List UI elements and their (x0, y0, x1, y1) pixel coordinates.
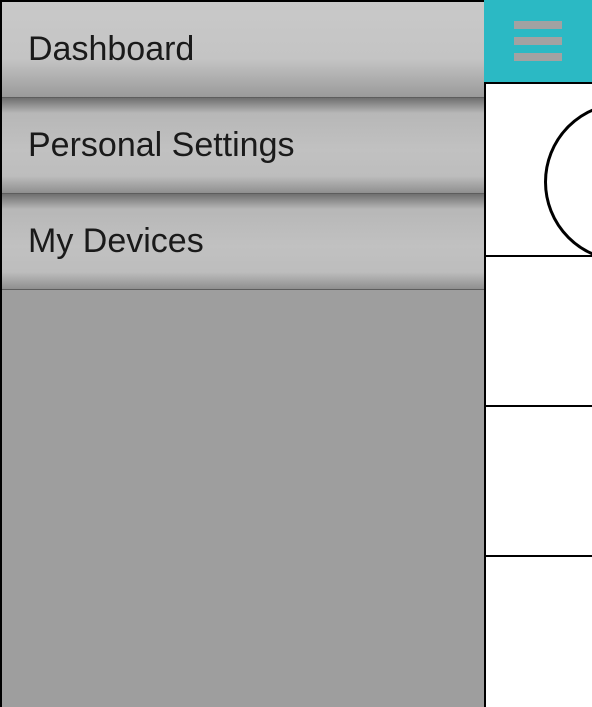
menu-item-label: Personal Settings (28, 126, 295, 165)
main-content-column (484, 0, 592, 707)
menu-toggle-button[interactable] (484, 0, 592, 82)
menu-item-dashboard[interactable]: Dashboard (2, 2, 484, 98)
content-cell (486, 82, 592, 255)
menu-item-label: My Devices (28, 222, 204, 261)
content-cell (486, 405, 592, 555)
clock-face (544, 102, 592, 262)
menu-item-personal-settings[interactable]: Personal Settings (2, 98, 484, 194)
navigation-drawer: Dashboard Personal Settings My Devices (0, 0, 484, 707)
app-frame: Dashboard Personal Settings My Devices (0, 0, 592, 707)
content-cell (486, 255, 592, 405)
menu-item-label: Dashboard (28, 30, 194, 69)
content-cell (486, 555, 592, 707)
menu-item-my-devices[interactable]: My Devices (2, 194, 484, 290)
hamburger-icon (514, 21, 562, 61)
